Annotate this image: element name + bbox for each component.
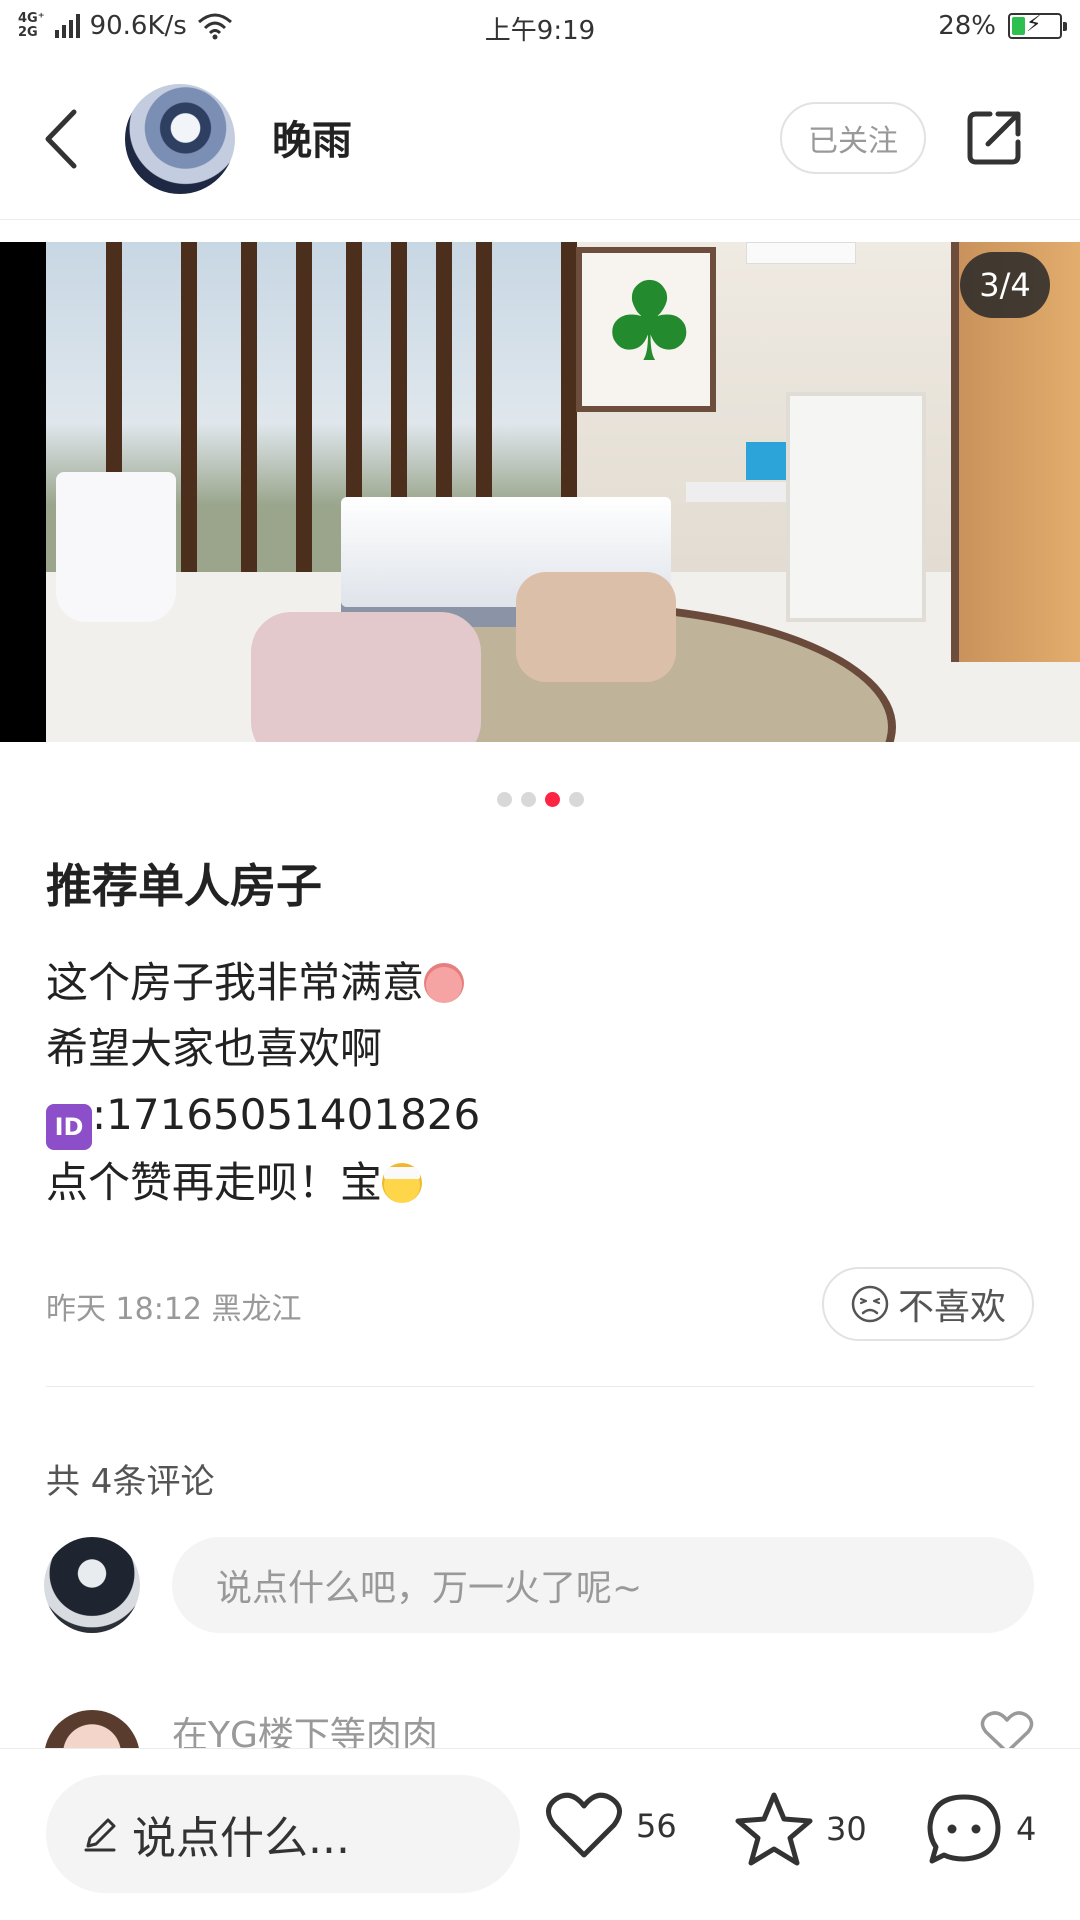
post-body: 这个房子我非常满意 希望大家也喜欢啊 ID:17165051401826 点个赞… <box>46 950 1036 1216</box>
my-avatar <box>44 1537 140 1633</box>
post-line: 点个赞再走呗！宝 <box>46 1150 1036 1216</box>
heart-icon <box>980 1711 1034 1750</box>
favorite-count: 30 <box>826 1810 867 1848</box>
room-image[interactable]: ♣ <box>46 242 1080 742</box>
id-badge-icon: ID <box>46 1104 92 1150</box>
chevron-left-icon <box>45 109 77 169</box>
post-line: ID:17165051401826 <box>46 1082 1036 1150</box>
commenter-name[interactable]: 在YG楼下等肉肉 <box>172 1706 438 1750</box>
author-name[interactable]: 晚雨 <box>272 108 352 166</box>
network-type: 4G⁺ 2G <box>18 12 45 40</box>
battery-percent: 28% <box>938 11 996 41</box>
signal-icon <box>54 14 80 38</box>
bottom-comment-input[interactable]: 说点什么... <box>46 1775 520 1893</box>
comment-button[interactable]: 4 <box>924 1791 1036 1867</box>
network-type-top: 4G⁺ <box>18 11 45 26</box>
share-icon <box>967 111 1021 165</box>
clover-icon: ♣ <box>600 258 699 386</box>
battery-icon: ⚡ <box>1008 12 1067 39</box>
bandage-face-emoji-icon <box>382 1163 423 1203</box>
comment-input[interactable]: 说点什么吧，万一火了呢~ <box>172 1537 1034 1633</box>
dislike-label: 不喜欢 <box>897 1286 1006 1327</box>
post-line: 这个房子我非常满意 <box>46 950 1036 1016</box>
image-page-counter: 3/4 <box>960 252 1050 318</box>
pig-emoji-icon <box>424 963 465 1003</box>
share-button[interactable] <box>962 106 1026 170</box>
favorite-button[interactable]: 30 <box>734 1791 867 1867</box>
like-button[interactable]: 56 <box>544 1791 677 1861</box>
wifi-icon <box>197 13 232 40</box>
frown-icon <box>851 1285 889 1323</box>
image-carousel[interactable]: ♣ 3/4 <box>0 242 1080 742</box>
status-left: 4G⁺ 2G 90.6K/s <box>18 11 233 41</box>
network-type-bottom: 2G <box>18 25 38 40</box>
bottom-action-bar: 说点什么... 56 30 4 <box>0 1748 1080 1920</box>
post-header: 晚雨 已关注 <box>0 60 1080 220</box>
comment-count-bottom: 4 <box>1016 1810 1037 1848</box>
carousel-dot <box>568 792 584 807</box>
post-line: 希望大家也喜欢啊 <box>46 1024 383 1073</box>
comment-item[interactable]: 在YG楼下等肉肉 <box>0 1700 1080 1750</box>
comment-bubble-icon <box>927 1794 1001 1864</box>
carousel-dot-active <box>544 792 560 807</box>
battery-level <box>1012 17 1025 35</box>
charging-icon: ⚡ <box>1026 12 1042 37</box>
follow-button[interactable]: 已关注 <box>780 102 926 174</box>
clover-picture: ♣ <box>576 247 716 412</box>
comment-like-button[interactable] <box>980 1710 1034 1750</box>
carousel-dot <box>520 792 536 807</box>
bottom-input-placeholder: 说点什么... <box>132 1813 350 1864</box>
star-icon <box>735 1792 813 1866</box>
commenter-avatar[interactable] <box>44 1710 140 1750</box>
status-bar: 4G⁺ 2G 90.6K/s 上午9:19 28% ⚡ <box>0 0 1080 52</box>
post-timestamp-location: 昨天 18:12 黑龙江 <box>46 1292 302 1327</box>
back-button[interactable] <box>38 104 88 174</box>
heart-icon <box>546 1792 622 1858</box>
post-title: 推荐单人房子 <box>46 859 322 913</box>
dislike-button[interactable]: 不喜欢 <box>822 1267 1034 1341</box>
pencil-icon <box>84 1818 116 1852</box>
status-right: 28% ⚡ <box>938 11 1067 41</box>
like-count: 56 <box>636 1807 677 1845</box>
carousel-dots <box>0 792 1080 807</box>
network-speed: 90.6K/s <box>89 11 187 41</box>
author-avatar[interactable] <box>125 84 235 194</box>
comment-count: 共 4条评论 <box>46 1462 215 1502</box>
carousel-dot <box>496 792 512 807</box>
divider <box>46 1386 1034 1387</box>
